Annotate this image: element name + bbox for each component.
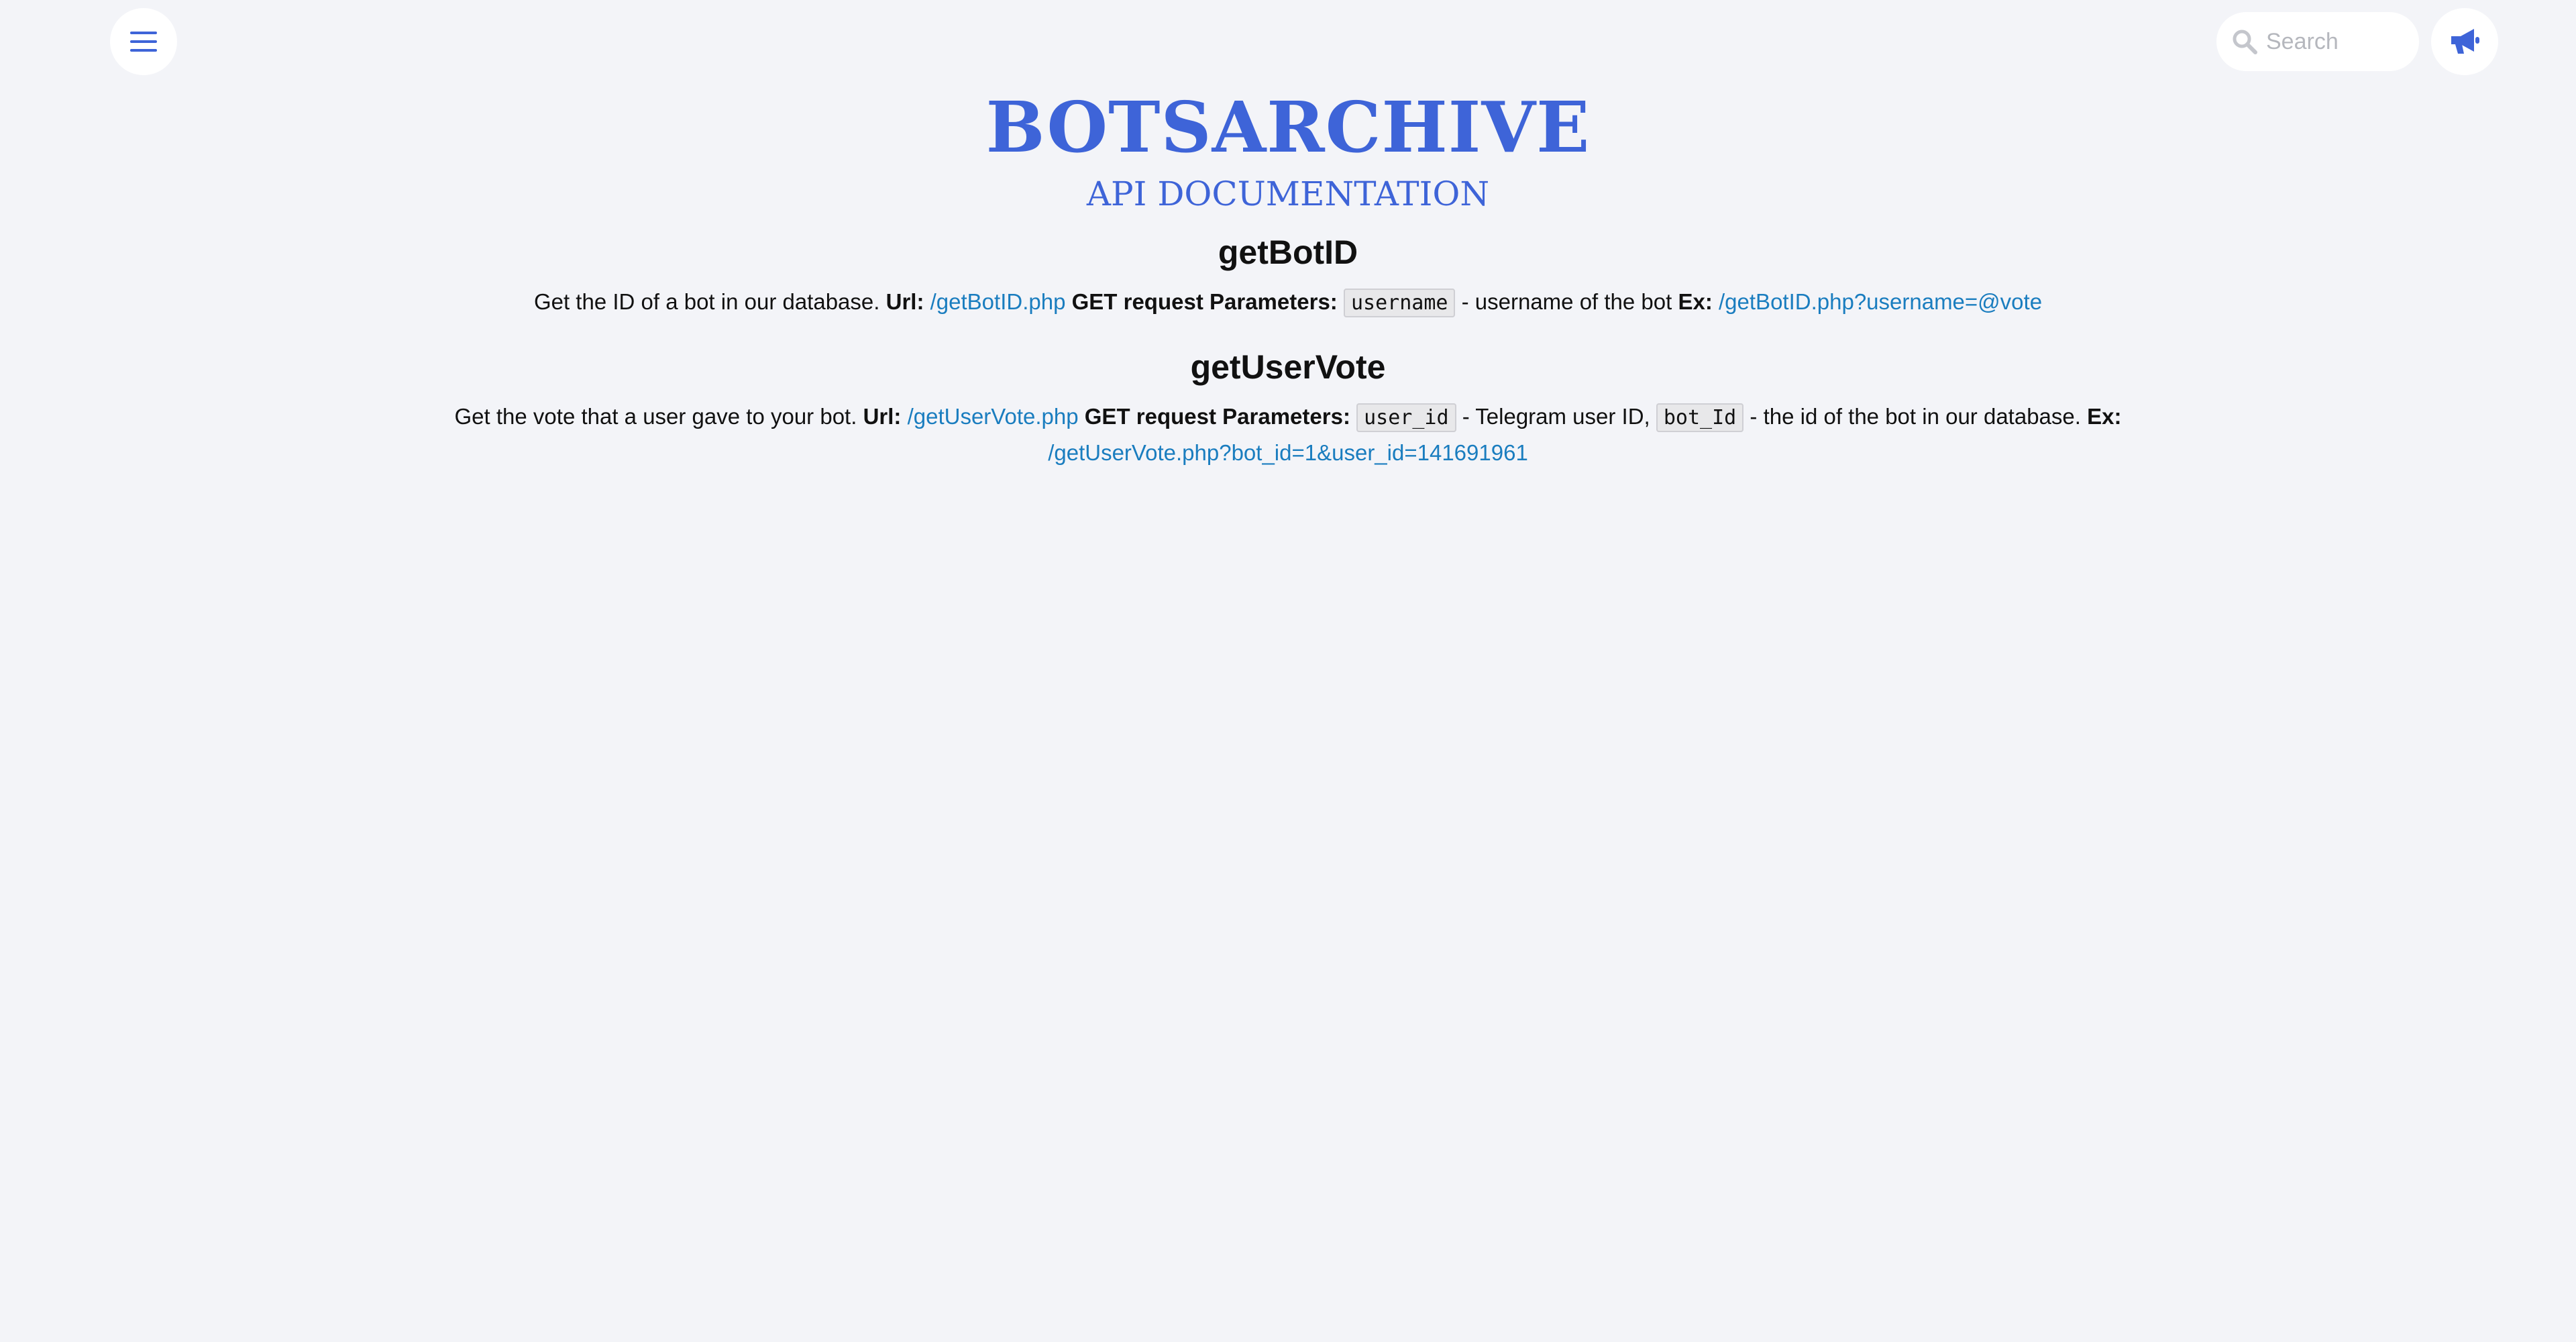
params-label: Parameters:: [1222, 404, 1350, 429]
menu-button[interactable]: [110, 8, 177, 75]
param-desc: - username of the bot: [1461, 289, 1672, 314]
example-label: Ex:: [1678, 289, 1713, 314]
description-text: Get the vote that a user gave to your bo…: [454, 404, 857, 429]
url-label: Url:: [863, 404, 902, 429]
megaphone-icon: [2451, 29, 2479, 54]
page-subtitle: API DOCUMENTATION: [1086, 174, 1490, 213]
endpoint-url-link[interactable]: /getUserVote.php: [908, 404, 1079, 429]
endpoint-description: Get the ID of a bot in our database. Url…: [0, 285, 2576, 321]
endpoint-url-link[interactable]: /getBotID.php: [930, 289, 1066, 314]
endpoint-description: Get the vote that a user gave to your bo…: [443, 399, 2133, 470]
param-desc: - Telegram user ID,: [1462, 404, 1650, 429]
param-desc: - the id of the bot in our database.: [1750, 404, 2081, 429]
magnifier-icon: [2233, 30, 2257, 54]
method-label: GET request: [1071, 289, 1203, 314]
param-name: bot_Id: [1656, 403, 1744, 432]
endpoint-title: getUserVote: [1190, 348, 1386, 386]
description-text: Get the ID of a bot in our database.: [533, 289, 880, 314]
top-bar: [0, 0, 2576, 87]
url-label: Url:: [885, 289, 924, 314]
announcements-button[interactable]: [2431, 8, 2498, 75]
search-input[interactable]: [2265, 28, 2415, 56]
example-link[interactable]: /getBotID.php?username=@vote: [1719, 289, 2042, 314]
param-name: user_id: [1356, 403, 1456, 432]
endpoint-getuservote: getUserVote Get the vote that a user gav…: [0, 347, 2576, 470]
search-box[interactable]: [2216, 12, 2419, 71]
endpoint-title: getBotID: [1218, 234, 1358, 271]
param-name: username: [1343, 289, 1456, 317]
endpoint-getbotid: getBotID Get the ID of a bot in our data…: [0, 232, 2576, 321]
site-title: BOTSARCHIVE: [985, 86, 1591, 168]
example-label: Ex:: [2087, 404, 2122, 429]
example-link[interactable]: /getUserVote.php?bot_id=1&user_id=141691…: [1048, 440, 1528, 465]
params-label: Parameters:: [1210, 289, 1338, 314]
hamburger-menu-icon: [130, 32, 157, 52]
method-label: GET request: [1084, 404, 1216, 429]
